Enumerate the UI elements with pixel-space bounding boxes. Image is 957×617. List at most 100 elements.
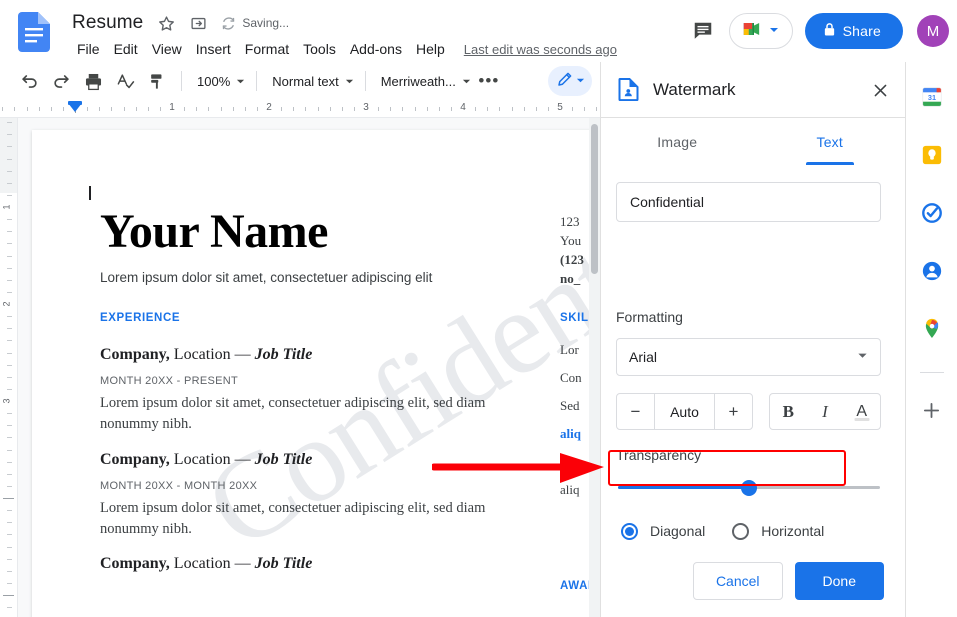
undo-icon[interactable] — [14, 66, 44, 96]
job-location: Location — [173, 451, 231, 468]
italic-button[interactable]: I — [807, 394, 844, 429]
menu-bar: File Edit View Insert Format Tools Add-o… — [70, 38, 617, 60]
ruler-tick — [341, 107, 343, 111]
horizontal-ruler[interactable]: 1 2 3 4 5 — [0, 100, 600, 118]
lock-icon — [823, 22, 836, 40]
ruler-tick — [7, 437, 12, 439]
redo-icon[interactable] — [46, 66, 76, 96]
move-to-folder-icon[interactable] — [185, 10, 211, 36]
menu-addons[interactable]: Add-ons — [343, 39, 409, 59]
ruler-tick — [26, 107, 28, 111]
ruler-tick — [281, 107, 283, 111]
google-keep-icon[interactable] — [915, 138, 949, 172]
menu-insert[interactable]: Insert — [189, 39, 238, 59]
ruler-tick — [378, 107, 380, 111]
watermark-panel: Watermark Image Text Formatting Arial − … — [600, 62, 906, 617]
job-date: MONTH 20XX - MONTH 20XX — [100, 480, 258, 492]
last-edit-link[interactable]: Last edit was seconds ago — [464, 42, 617, 57]
paragraph-style-dropdown[interactable]: Normal text — [264, 67, 357, 95]
job-dash: — — [234, 555, 251, 572]
font-family-dropdown[interactable]: Merriweath... — [373, 67, 475, 95]
tab-text[interactable]: Text — [754, 118, 907, 165]
transparency-label: Transparency — [616, 447, 702, 463]
formatting-label: Formatting — [616, 309, 683, 325]
ruler-tick — [523, 107, 525, 111]
menu-help[interactable]: Help — [409, 39, 452, 59]
more-toolbar-options-button[interactable]: ••• — [475, 67, 503, 95]
spellcheck-icon[interactable] — [110, 66, 140, 96]
document-content[interactable]: Your Name Lorem ipsum dolor sit amet, co… — [32, 130, 600, 617]
ruler-tick — [7, 243, 12, 245]
editing-mode-button[interactable] — [548, 66, 592, 96]
text-color-button[interactable]: A — [843, 394, 880, 429]
scrollbar-thumb[interactable] — [591, 124, 598, 274]
menu-view[interactable]: View — [145, 39, 189, 59]
ruler-number: 2 — [1, 301, 12, 307]
ruler-tick — [438, 107, 440, 111]
vertical-ruler[interactable]: 1 2 3 — [0, 118, 18, 617]
job-location: Location — [173, 346, 231, 363]
share-button[interactable]: Share — [804, 13, 903, 49]
left-indent-marker[interactable] — [68, 103, 82, 112]
watermark-text-input[interactable] — [616, 182, 881, 222]
toolbar-divider — [181, 71, 182, 91]
ruler-number: 5 — [557, 102, 563, 113]
job-location: Location — [173, 555, 231, 572]
radio-diagonal-label: Diagonal — [650, 523, 706, 539]
ruler-number: 3 — [363, 102, 369, 113]
cancel-button[interactable]: Cancel — [692, 562, 783, 600]
ruler-number: 2 — [266, 102, 272, 113]
bold-button[interactable]: B — [770, 394, 807, 429]
contact-line-3: (123 — [560, 252, 584, 267]
chevron-down-icon — [462, 74, 471, 89]
star-icon[interactable] — [153, 10, 179, 36]
paint-format-icon[interactable] — [142, 66, 172, 96]
google-tasks-icon[interactable] — [915, 196, 949, 230]
menu-file[interactable]: File — [70, 39, 107, 59]
document-page[interactable]: Confidential Your Name Lorem ipsum dolor… — [32, 130, 600, 617]
google-maps-icon[interactable] — [915, 312, 949, 346]
ruler-tick — [220, 107, 222, 111]
done-button[interactable]: Done — [794, 562, 884, 600]
radio-diagonal[interactable]: Diagonal — [621, 522, 706, 540]
ruler-tick — [7, 146, 12, 148]
transparency-slider-thumb[interactable] — [741, 479, 757, 496]
font-size-increase-button[interactable]: + — [715, 394, 752, 429]
saving-status: Saving... — [221, 16, 289, 31]
menu-edit[interactable]: Edit — [107, 39, 145, 59]
watermark-font-value: Arial — [629, 349, 658, 365]
zoom-level-dropdown[interactable]: 100% — [189, 67, 249, 95]
document-title[interactable]: Resume — [70, 11, 147, 35]
font-size-stepper[interactable]: − Auto + — [616, 393, 753, 430]
google-meet-button[interactable] — [728, 13, 793, 49]
orientation-radio-group: Diagonal Horizontal — [621, 518, 824, 544]
app-header: Resume Saving... File Edit View Insert F… — [0, 0, 957, 62]
transparency-slider[interactable] — [618, 479, 880, 496]
avatar[interactable]: M — [917, 15, 949, 47]
ruler-tick — [7, 170, 12, 172]
watermark-tabs: Image Text — [601, 118, 906, 165]
watermark-font-dropdown[interactable]: Arial — [616, 338, 881, 376]
tab-image[interactable]: Image — [601, 118, 754, 165]
ruler-tick — [305, 107, 307, 111]
italic-label: I — [822, 401, 828, 421]
toolbar-divider — [256, 71, 258, 91]
radio-horizontal[interactable]: Horizontal — [732, 522, 824, 540]
ruler-tick — [7, 255, 12, 257]
menu-tools[interactable]: Tools — [296, 39, 343, 59]
close-icon[interactable] — [866, 76, 894, 104]
document-canvas[interactable]: Confidential Your Name Lorem ipsum dolor… — [18, 118, 600, 617]
comment-history-icon[interactable] — [683, 11, 723, 51]
ruler-tick — [7, 182, 12, 184]
font-size-value[interactable]: Auto — [654, 394, 715, 429]
print-icon[interactable] — [78, 66, 108, 96]
add-app-button[interactable] — [915, 393, 949, 427]
menu-format[interactable]: Format — [238, 39, 296, 59]
ruler-number: 4 — [460, 102, 466, 113]
google-calendar-icon[interactable]: 31 — [915, 80, 949, 114]
ruler-tick — [426, 107, 428, 111]
ruler-tick — [7, 534, 12, 536]
google-contacts-icon[interactable] — [915, 254, 949, 288]
document-vertical-scrollbar[interactable] — [589, 118, 600, 617]
font-size-decrease-button[interactable]: − — [617, 394, 654, 429]
